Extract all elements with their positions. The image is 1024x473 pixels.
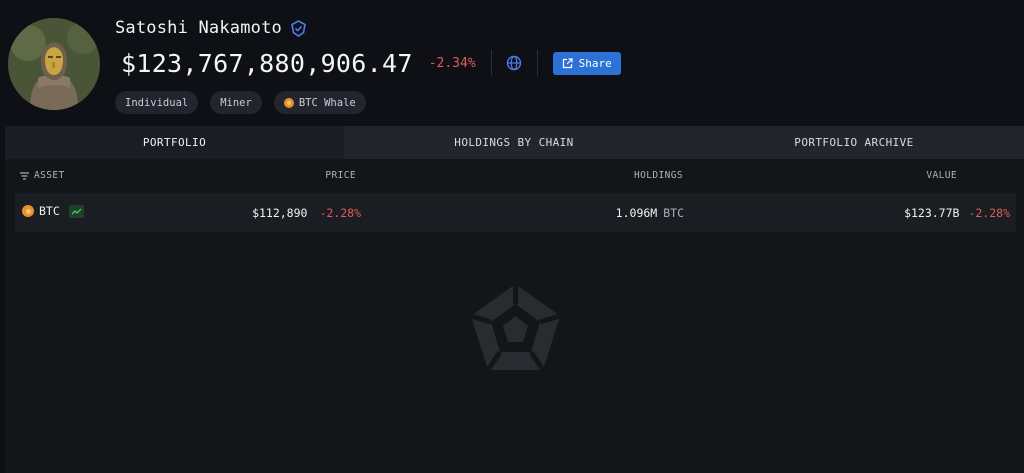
column-header-value[interactable]: VALUE (926, 170, 957, 181)
tag-btc-whale[interactable]: BTC Whale (273, 91, 366, 114)
table-header: ASSET PRICE HOLDINGS VALUE (5, 159, 1024, 193)
avatar (8, 18, 100, 110)
tab-bar: PORTFOLIO HOLDINGS BY CHAIN PORTFOLIO AR… (5, 126, 1024, 159)
entity-tags: Individual Miner BTC Whale (115, 91, 366, 114)
holdings-amount: 1.096M (615, 206, 658, 220)
total-change-percent: -2.34% (428, 55, 476, 71)
btc-coin-icon (22, 205, 34, 217)
price-change: -2.28% (319, 206, 361, 220)
value-cell: $123.77B -2.28% (904, 206, 1010, 220)
holdings-unit: BTC (663, 206, 684, 220)
share-button[interactable]: Share (552, 51, 621, 75)
price-value: $112,890 (252, 206, 308, 220)
filter-icon[interactable] (20, 171, 29, 180)
asset-cell: BTC (22, 204, 84, 218)
tab-holdings-by-chain[interactable]: HOLDINGS BY CHAIN (344, 126, 684, 159)
table-row[interactable]: BTC $112,890 -2.28% 1.096M BTC $123.77B … (15, 193, 1016, 232)
column-header-label: ASSET (34, 170, 65, 181)
external-share-icon (562, 57, 573, 69)
arkham-logo-watermark (468, 282, 563, 372)
tag-label: Miner (220, 96, 252, 109)
asset-symbol: BTC (39, 204, 60, 218)
profile-header: Satoshi Nakamoto $123,767,880,906.47 -2.… (0, 0, 1024, 122)
share-button-label: Share (578, 56, 612, 70)
btc-coin-icon (283, 97, 294, 108)
verified-badge-icon (290, 19, 307, 37)
tab-portfolio[interactable]: PORTFOLIO (5, 126, 344, 159)
globe-icon[interactable] (506, 55, 522, 71)
tag-label: Individual (125, 96, 189, 109)
trend-chart-icon[interactable] (68, 204, 84, 218)
tab-portfolio-archive[interactable]: PORTFOLIO ARCHIVE (684, 126, 1024, 159)
tag-individual[interactable]: Individual (115, 91, 199, 114)
divider (490, 50, 492, 76)
column-header-asset[interactable]: ASSET (20, 170, 65, 181)
divider (536, 50, 538, 76)
entity-profile-page: Satoshi Nakamoto $123,767,880,906.47 -2.… (0, 0, 1024, 473)
column-header-price[interactable]: PRICE (325, 170, 356, 181)
entity-name: Satoshi Nakamoto (115, 18, 282, 38)
usd-value: $123.77B (904, 206, 960, 220)
portfolio-panel: PORTFOLIO HOLDINGS BY CHAIN PORTFOLIO AR… (5, 126, 1024, 473)
value-change: -2.28% (968, 206, 1010, 220)
column-header-holdings[interactable]: HOLDINGS (634, 170, 683, 181)
tag-label: BTC Whale (298, 96, 356, 109)
tag-miner[interactable]: Miner (210, 91, 262, 114)
holdings-cell: 1.096M BTC (616, 206, 684, 220)
total-portfolio-value: $123,767,880,906.47 (121, 48, 413, 78)
price-cell: $112,890 -2.28% (252, 206, 361, 220)
